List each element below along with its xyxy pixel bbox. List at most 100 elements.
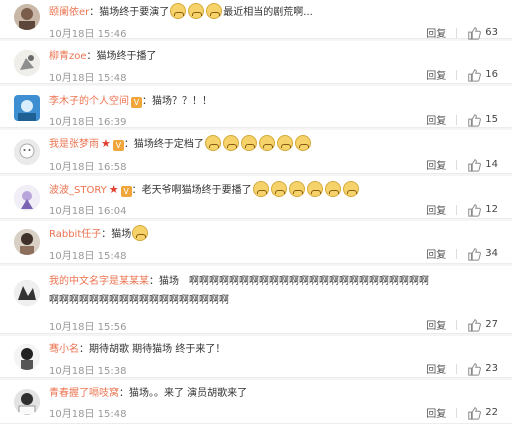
comment-item: 颐阑依er：猫场终于要演了 最近相当的剧荒啊... 10月18日 15:46 回复… [0,0,512,40]
thumbs-up-icon [468,362,482,376]
thumbs-up-icon [468,203,482,217]
reply-button[interactable]: 回复 [426,112,446,127]
like-button[interactable]: 27 [467,318,498,332]
avatar[interactable] [14,389,40,415]
comment-text: 我的中文名字是某某某：猫场 啊啊啊啊啊啊啊啊啊啊啊啊啊啊啊啊啊啊啊啊啊啊啊啊啊啊… [49,276,429,306]
avatar[interactable] [14,4,40,30]
comment-time: 10月18日 15:48 [49,73,127,84]
thumbs-up-icon [468,158,482,172]
like-button[interactable]: 14 [467,158,498,172]
comment-text: 青春握了嗝吱窝：猫场。。来了 演员胡歌来了 [49,388,248,399]
divider [456,248,458,259]
comment-text: 骞小名：期待胡歌 期待猫场 终于来了！ [49,344,226,355]
comment-actions: 回复 63 [426,25,498,40]
comment-item: 波波_STORY ★ V ：老天爷啊猫场终于要播了 10月18日 16:04 回复 1… [0,176,512,219]
username-link[interactable]: 李木子的个人空间 [49,96,129,107]
username-link[interactable]: Rabbit任子 [49,229,101,240]
avatar[interactable] [14,50,40,76]
username-link[interactable]: 我的中文名字是某某某 [49,276,149,287]
comment-item: Rabbit任子：猫场 10月18日 15:48 回复 34 [0,221,512,264]
comment-time: 10月18日 15:48 [49,409,127,420]
divider [456,204,458,215]
thumbs-up-icon [468,318,482,332]
comment-text: 我是张梦雨 ★ V ：猫场终于定档了 [49,134,432,155]
like-count: 27 [485,319,498,330]
thumbs-up-icon [468,406,482,420]
avatar[interactable] [14,95,40,121]
like-button[interactable]: 16 [467,68,498,82]
comment-item: 青春握了嗝吱窝：猫场。。来了 演员胡歌来了 10月18日 15:48 回复 22 [0,380,512,424]
comment-actions: 回复 27 [426,317,498,332]
username-link[interactable]: 青春握了嗝吱窝 [49,388,119,399]
comment-item: 我的中文名字是某某某：猫场 啊啊啊啊啊啊啊啊啊啊啊啊啊啊啊啊啊啊啊啊啊啊啊啊啊啊… [0,266,512,334]
divider [456,363,458,374]
divider [456,407,458,418]
like-button[interactable]: 22 [467,406,498,420]
reply-button[interactable]: 回复 [426,246,446,261]
reply-button[interactable]: 回复 [426,202,446,217]
comment-text: Rabbit任子：猫场 [49,225,432,245]
comment-text: 李木子的个人空间 V ：猫场？？！！ [49,96,212,108]
thumbs-up-icon [468,247,482,261]
comment-item: 李木子的个人空间 V ：猫场？？！！ 10月18日 16:39 回复 15 [0,86,512,128]
comment-actions: 回复 34 [426,246,498,261]
like-button[interactable]: 23 [467,362,498,376]
vip-badge-icon: V [112,140,124,151]
comment-actions: 回复 14 [426,157,498,172]
comment-time: 10月18日 16:04 [49,206,127,217]
reply-button[interactable]: 回复 [426,361,446,376]
comment-text: 波波_STORY ★ V ：老天爷啊猫场终于要播了 [49,180,432,201]
vip-badge-icon: V [131,97,142,108]
avatar[interactable] [14,280,40,306]
reply-button[interactable]: 回复 [426,67,446,82]
crying-emoji-icon [324,181,341,197]
crying-emoji-icon [252,181,269,197]
comment-item: 我是张梦雨 ★ V ：猫场终于定档了 10月18日 16:58 回复 14 [0,130,512,174]
avatar[interactable] [14,139,40,165]
comment-actions: 回复 23 [426,361,498,376]
divider [456,319,458,330]
divider [456,69,458,80]
like-button[interactable]: 63 [467,26,498,40]
username-link[interactable]: 波波_STORY [49,185,107,196]
crying-emoji-icon [170,3,187,19]
comment-item: 柳青zoe：猫场终于播了 10月18日 15:48 回复 16 [0,41,512,84]
comment-item: 骞小名：期待胡歌 期待猫场 终于来了！ 10月18日 15:38 回复 23 [0,336,512,378]
reply-button[interactable]: 回复 [426,157,446,172]
crying-emoji-icon [258,135,275,151]
star-icon: ★ [108,183,119,196]
crying-emoji-icon [276,135,293,151]
crying-emoji-icon [132,225,149,241]
comment-text: 颐阑依er：猫场终于要演了 最近相当的剧荒啊... [49,3,432,23]
username-link[interactable]: 柳青zoe [49,51,87,62]
username-link[interactable]: 我是张梦雨 [49,139,99,150]
reply-button[interactable]: 回复 [426,405,446,420]
crying-emoji-icon [294,135,311,151]
vip-badge-icon: V [120,186,132,197]
reply-button[interactable]: 回复 [426,25,446,40]
like-count: 12 [485,204,498,215]
avatar[interactable] [14,229,40,255]
username-link[interactable]: 颐阑依er [49,7,89,18]
reply-button[interactable]: 回复 [426,317,446,332]
divider [456,114,458,125]
crying-emoji-icon [188,3,205,19]
username-link[interactable]: 骞小名 [49,344,79,355]
comment-time: 10月18日 15:48 [49,251,127,262]
like-count: 16 [485,69,498,80]
like-count: 34 [485,248,498,259]
like-button[interactable]: 34 [467,247,498,261]
star-icon: ★ [101,137,111,150]
avatar[interactable] [14,344,40,370]
comment-actions: 回复 22 [426,405,498,420]
comment-text: 柳青zoe：猫场终于播了 [49,51,157,62]
comment-time: 10月18日 15:46 [49,29,127,40]
avatar[interactable] [14,185,40,211]
like-button[interactable]: 12 [467,203,498,217]
like-count: 14 [485,159,498,170]
like-button[interactable]: 15 [467,113,498,127]
comment-time: 10月18日 16:39 [49,117,127,128]
crying-emoji-icon [342,181,359,197]
comment-actions: 回复 15 [426,112,498,127]
comment-time: 10月18日 15:38 [49,366,127,377]
